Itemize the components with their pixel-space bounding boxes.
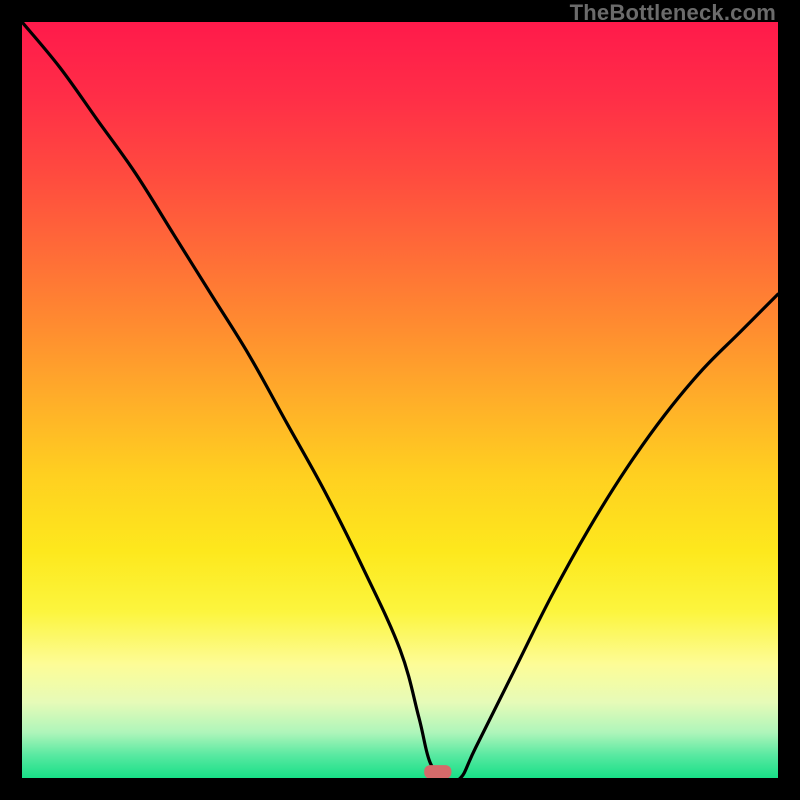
bottleneck-marker (424, 765, 451, 778)
watermark-text: TheBottleneck.com (570, 0, 776, 26)
gradient-background (22, 22, 778, 778)
chart-frame (22, 22, 778, 778)
bottleneck-chart (22, 22, 778, 778)
